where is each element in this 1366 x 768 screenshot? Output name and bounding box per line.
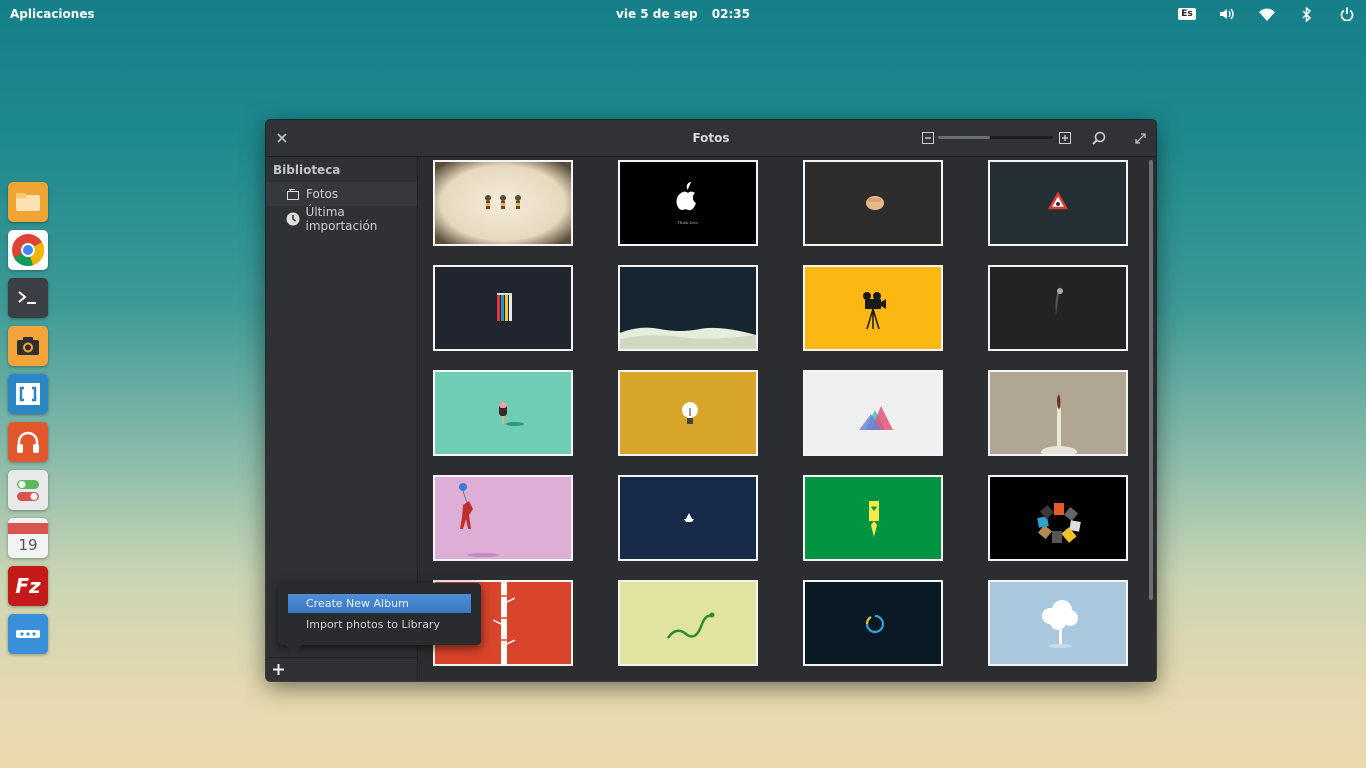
- photo-thumbnail[interactable]: [803, 265, 943, 351]
- photo-image: [869, 501, 879, 537]
- chrome-icon: [12, 234, 45, 267]
- photo-grid: Think less.: [418, 157, 1146, 681]
- sidebar-heading: Biblioteca: [273, 163, 341, 177]
- photo-thumbnail[interactable]: [618, 580, 758, 666]
- headphones-icon: [17, 431, 39, 453]
- photo-image: [1037, 503, 1081, 543]
- photo-thumbnail[interactable]: [433, 160, 573, 246]
- titlebar: Fotos: [266, 120, 1156, 157]
- photo-image: [1042, 600, 1078, 648]
- photo-thumbnail[interactable]: [618, 475, 758, 561]
- files-launcher[interactable]: [8, 182, 48, 222]
- popover-arrow: [286, 645, 302, 655]
- terminal-launcher[interactable]: [8, 278, 48, 318]
- sidebar-item-label: Fotos: [306, 187, 339, 201]
- add-menu-popover: Create New Album Import photos to Librar…: [278, 583, 481, 655]
- photos-icon: [285, 188, 301, 201]
- photo-image: [1055, 287, 1063, 315]
- svg-text:Think less.: Think less.: [677, 220, 699, 225]
- folder-icon: [16, 193, 40, 211]
- clock[interactable]: vie 5 de sep 02:35: [0, 7, 1366, 21]
- photo-thumbnail[interactable]: [988, 580, 1128, 666]
- calendar-launcher[interactable]: 19: [8, 518, 48, 558]
- photo-thumbnail[interactable]: [618, 265, 758, 351]
- scrollbar[interactable]: [1149, 160, 1153, 600]
- photo-thumbnail[interactable]: [803, 475, 943, 561]
- camera-icon: [17, 337, 39, 355]
- zoom-slider-fill: [938, 136, 990, 139]
- add-icon[interactable]: [271, 662, 285, 676]
- photo-thumbnail[interactable]: [803, 580, 943, 666]
- time-label: 02:35: [711, 7, 750, 21]
- sidebar-toolbar: [266, 657, 417, 681]
- photo-thumbnail[interactable]: [988, 265, 1128, 351]
- photo-thumbnail[interactable]: [803, 370, 943, 456]
- date-label: vie 5 de sep: [616, 7, 698, 21]
- filezilla-icon: Fz: [15, 574, 41, 598]
- photo-image: [865, 614, 885, 634]
- photo-image: [459, 483, 499, 557]
- photo-image: [684, 513, 694, 522]
- clock-icon: [285, 212, 301, 226]
- wifi-icon[interactable]: [1258, 5, 1276, 23]
- photo-image: [859, 406, 893, 430]
- settings-launcher[interactable]: [8, 470, 48, 510]
- photo-thumbnail[interactable]: [433, 475, 573, 561]
- photo-image: [497, 293, 512, 321]
- import-photos-item[interactable]: Import photos to Library: [288, 615, 471, 634]
- terminal-icon: [18, 291, 36, 304]
- brackets-launcher[interactable]: [8, 374, 48, 414]
- photo-thumbnail[interactable]: [988, 160, 1128, 246]
- photo-thumbnail[interactable]: [433, 370, 573, 456]
- more-apps-launcher[interactable]: [8, 614, 48, 654]
- volume-icon[interactable]: [1218, 5, 1236, 23]
- zoom-out-icon[interactable]: [921, 131, 935, 145]
- toggles-icon: [17, 480, 39, 501]
- sidebar-item-label: Última importación: [305, 205, 378, 233]
- music-launcher[interactable]: [8, 422, 48, 462]
- camera-launcher[interactable]: [8, 326, 48, 366]
- bluetooth-icon[interactable]: [1298, 5, 1316, 23]
- photo-image: [1047, 191, 1069, 210]
- calendar-day: 19: [18, 535, 38, 554]
- zoom-slider[interactable]: [938, 136, 1053, 139]
- photo-thumbnail[interactable]: Think less.: [618, 160, 758, 246]
- photo-image: [499, 402, 524, 426]
- maximize-icon[interactable]: [1132, 130, 1148, 146]
- photo-image: [435, 162, 571, 244]
- system-tray: Es: [1178, 5, 1356, 23]
- dock: 19 Fz: [8, 182, 48, 654]
- photo-thumbnail[interactable]: [803, 160, 943, 246]
- photo-thumbnail[interactable]: [618, 370, 758, 456]
- photo-image: [1041, 394, 1077, 454]
- top-panel: Aplicaciones vie 5 de sep 02:35 Es: [0, 0, 1366, 28]
- search-icon[interactable]: [1091, 130, 1107, 146]
- photo-image: [620, 327, 756, 349]
- photo-thumbnail[interactable]: [433, 265, 573, 351]
- photo-image: [666, 612, 715, 639]
- more-icon: [16, 630, 40, 638]
- photo-image: Think less.: [676, 182, 699, 225]
- power-icon[interactable]: [1338, 5, 1356, 23]
- create-album-item[interactable]: Create New Album: [288, 594, 471, 613]
- filezilla-launcher[interactable]: Fz: [8, 566, 48, 606]
- brackets-icon: [16, 383, 40, 405]
- photo-image: [682, 402, 698, 424]
- sidebar-item-last-import[interactable]: Última importación: [266, 205, 417, 233]
- zoom-in-icon[interactable]: [1058, 131, 1072, 145]
- keyboard-layout-indicator[interactable]: Es: [1178, 5, 1196, 23]
- sidebar-item-fotos[interactable]: Fotos: [266, 182, 417, 206]
- photo-image: [863, 292, 886, 330]
- photo-thumbnail[interactable]: [988, 475, 1128, 561]
- calendar-header: [8, 522, 48, 534]
- chrome-launcher[interactable]: [8, 230, 48, 270]
- photo-thumbnail[interactable]: [988, 370, 1128, 456]
- photo-image: [866, 196, 884, 210]
